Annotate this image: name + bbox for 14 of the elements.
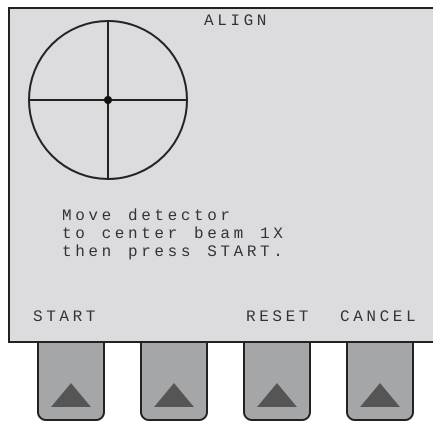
softkey-button[interactable] — [37, 343, 105, 421]
triangle-up-icon — [51, 383, 91, 407]
crosshair-circle-icon — [27, 19, 189, 181]
softkey-button[interactable] — [140, 343, 208, 421]
softkey-button[interactable] — [243, 343, 311, 421]
softkey-label: RESET — [246, 307, 312, 327]
triangle-up-icon — [360, 383, 400, 407]
softkey-button[interactable] — [346, 343, 414, 421]
triangle-up-icon — [154, 383, 194, 407]
screen-title: ALIGN — [204, 11, 270, 31]
instruction-text: Move detector to center beam 1X then press START. — [62, 207, 288, 261]
triangle-up-icon — [257, 383, 297, 407]
softkey-label: CANCEL — [340, 307, 420, 327]
softkey-label: START — [33, 307, 100, 327]
